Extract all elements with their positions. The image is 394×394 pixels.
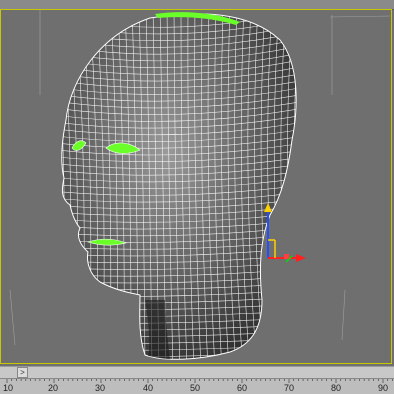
transform-gizmo[interactable] <box>264 203 306 263</box>
tick-label: 40 <box>143 383 154 393</box>
tick-label: 50 <box>190 383 201 393</box>
timeline-ruler[interactable]: 10 20 30 40 50 60 70 80 90 <box>0 378 394 394</box>
perspective-viewport[interactable] <box>0 0 394 366</box>
tick-label: 70 <box>284 383 295 393</box>
tick-label: 10 <box>3 383 14 393</box>
tick-label: 90 <box>378 383 389 393</box>
tick-label: 60 <box>237 383 248 393</box>
viewport-scrollbar[interactable]: > <box>0 366 394 378</box>
tick-label: 20 <box>48 383 59 393</box>
chevron-right-icon[interactable]: > <box>17 367 28 378</box>
tick-label: 30 <box>95 383 106 393</box>
head-mesh-render[interactable] <box>0 0 394 366</box>
tick-label: 80 <box>331 383 342 393</box>
